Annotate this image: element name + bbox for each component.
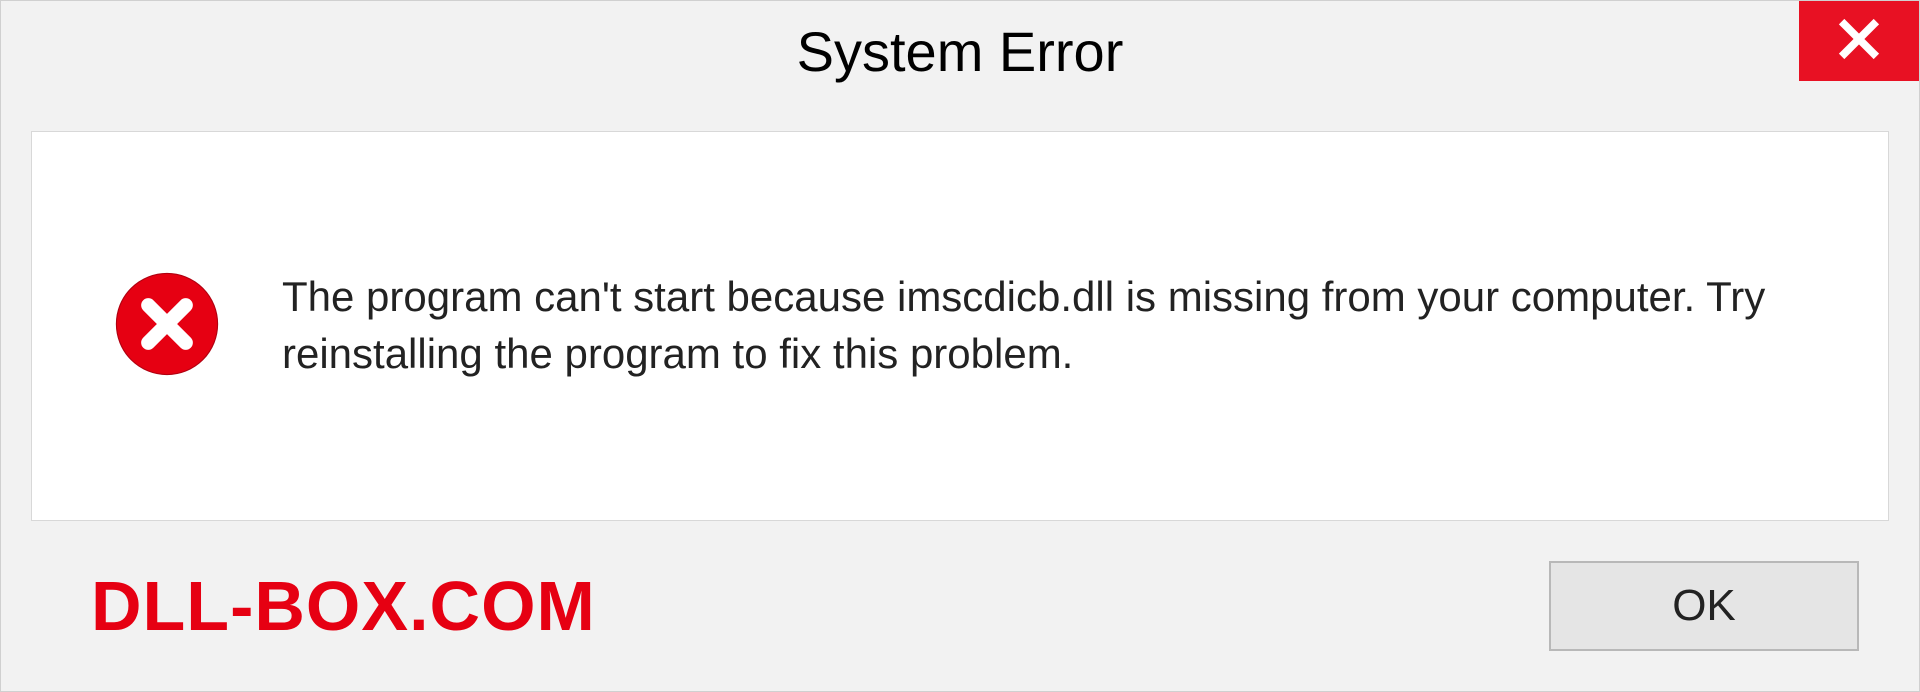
system-error-dialog: System Error The program can't start bec… — [0, 0, 1920, 692]
error-message: The program can't start because imscdicb… — [282, 269, 1828, 382]
error-icon — [112, 269, 222, 384]
bottom-bar: DLL-BOX.COM OK — [1, 521, 1919, 691]
dialog-title: System Error — [797, 19, 1124, 84]
ok-button[interactable]: OK — [1549, 561, 1859, 651]
titlebar: System Error — [1, 1, 1919, 101]
watermark-text: DLL-BOX.COM — [91, 566, 596, 646]
content-panel: The program can't start because imscdicb… — [31, 131, 1889, 521]
close-button[interactable] — [1799, 1, 1919, 81]
close-icon — [1837, 17, 1881, 66]
